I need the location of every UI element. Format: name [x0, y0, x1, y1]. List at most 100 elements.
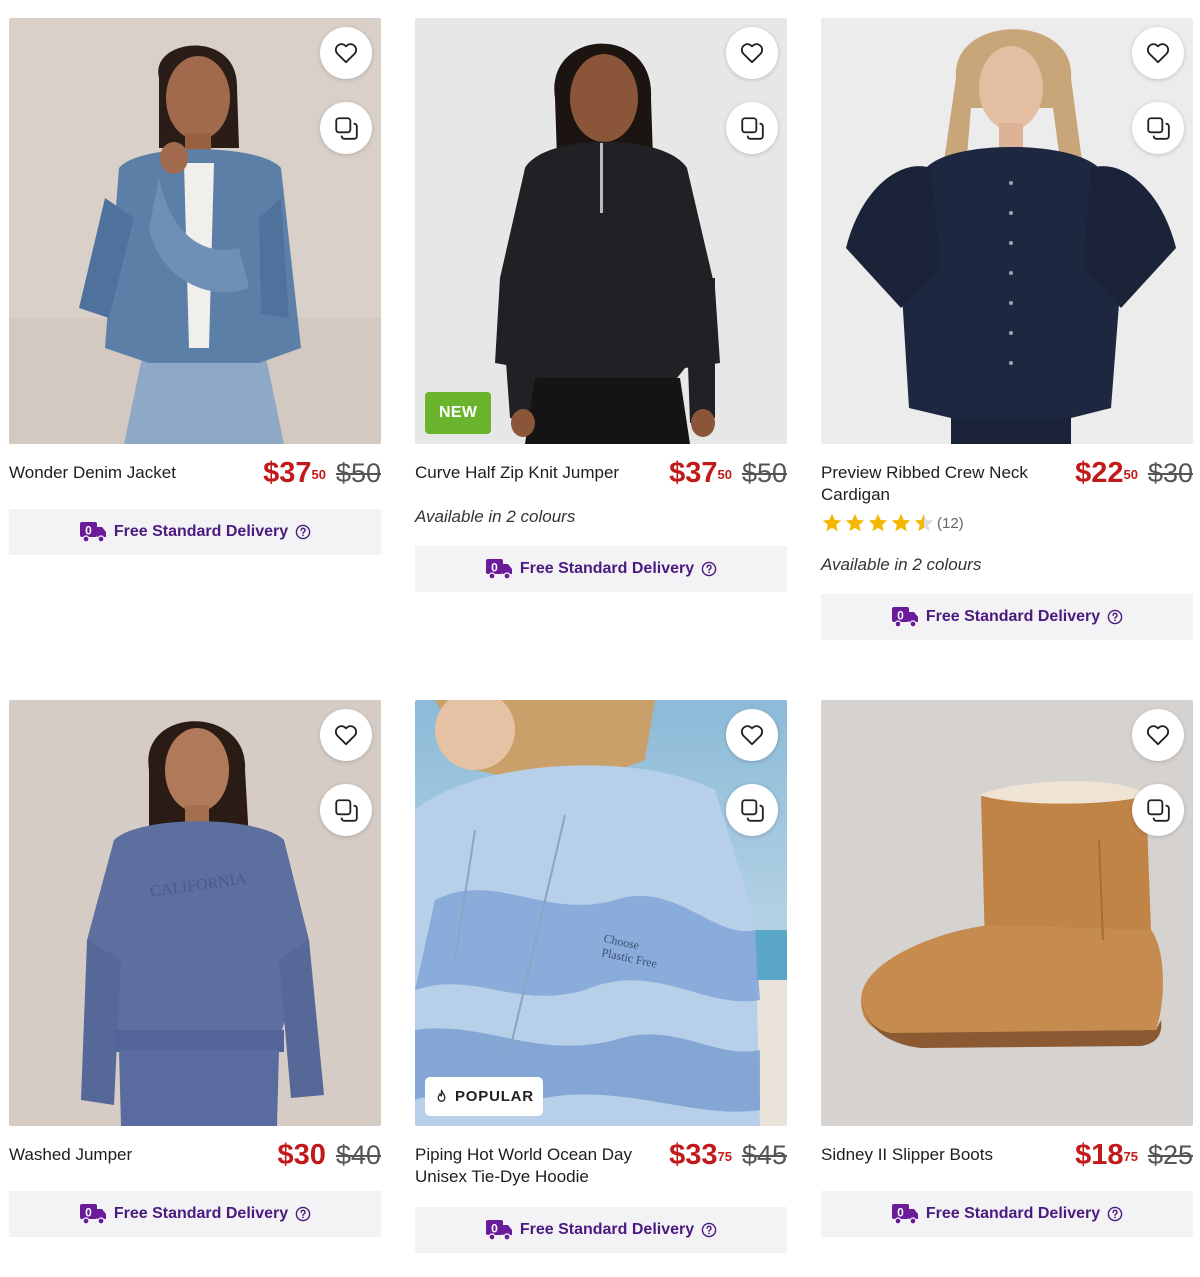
free-delivery-banner[interactable]: Free Standard Delivery — [821, 594, 1193, 640]
compare-button[interactable] — [726, 102, 778, 154]
delivery-label: Free Standard Delivery — [925, 608, 1101, 625]
compare-icon — [739, 797, 765, 823]
product-image[interactable] — [821, 18, 1193, 444]
compare-button[interactable] — [320, 784, 372, 836]
heart-icon — [333, 722, 359, 748]
star-icon — [822, 513, 842, 532]
sale-price-dollars: $30 — [277, 1139, 326, 1171]
flame-icon — [434, 1089, 449, 1104]
heart-icon — [333, 40, 359, 66]
compare-icon — [333, 797, 359, 823]
product-photo: Choose Plastic Free — [415, 700, 787, 1126]
delivery-truck-icon — [485, 1219, 513, 1241]
product-card[interactable]: Wonder Denim Jacket $3750 $50 Free Stand… — [9, 18, 381, 555]
product-title[interactable]: Washed Jumper — [9, 1144, 132, 1166]
popular-label: POPULAR — [455, 1088, 534, 1105]
product-image[interactable]: CALIFORNIA — [9, 700, 381, 1126]
help-icon[interactable] — [1107, 609, 1123, 625]
heart-icon — [739, 40, 765, 66]
wishlist-button[interactable] — [320, 27, 372, 79]
wishlist-button[interactable] — [726, 27, 778, 79]
product-card[interactable]: Preview Ribbed Crew Neck Cardigan $2250 … — [821, 18, 1193, 640]
wishlist-button[interactable] — [1132, 27, 1184, 79]
sale-price: $1875 — [1075, 1138, 1138, 1172]
product-image[interactable]: NEW — [415, 18, 787, 444]
free-delivery-banner[interactable]: Free Standard Delivery — [821, 1191, 1193, 1237]
product-image[interactable] — [821, 700, 1193, 1126]
compare-icon — [1145, 797, 1171, 823]
product-photo: CALIFORNIA — [9, 700, 381, 1126]
compare-button[interactable] — [320, 102, 372, 154]
delivery-truck-icon — [891, 606, 919, 628]
sale-price-cents: 50 — [717, 467, 732, 482]
price-block: $3750 $50 — [669, 456, 787, 490]
product-title[interactable]: Preview Ribbed Crew Neck Cardigan — [821, 462, 1056, 506]
price-block: $30 $40 — [278, 1138, 381, 1172]
sale-price: $30 — [278, 1138, 326, 1172]
compare-button[interactable] — [1132, 102, 1184, 154]
sale-price-dollars: $37 — [263, 457, 312, 489]
compare-icon — [1145, 115, 1171, 141]
heart-icon — [1145, 722, 1171, 748]
sale-price: $3750 — [263, 456, 326, 490]
wishlist-button[interactable] — [726, 709, 778, 761]
help-icon[interactable] — [701, 1222, 717, 1238]
was-price: $40 — [335, 1140, 381, 1170]
product-photo — [821, 700, 1193, 1126]
product-title[interactable]: Piping Hot World Ocean Day Unisex Tie-Dy… — [415, 1144, 650, 1188]
price-block: $2250 $30 — [1075, 456, 1193, 490]
free-delivery-banner[interactable]: Free Standard Delivery — [415, 1207, 787, 1253]
colour-availability[interactable]: Available in 2 colours — [415, 507, 787, 527]
heart-icon — [739, 722, 765, 748]
star-rating[interactable]: (12) — [821, 512, 1193, 534]
price-block: $3750 $50 — [263, 456, 381, 490]
product-card[interactable]: CALIFORNIA Washed Jumper $30 $40 Free St… — [9, 700, 381, 1237]
help-icon[interactable] — [701, 561, 717, 577]
sale-price-cents: 50 — [1123, 467, 1138, 482]
heart-icon — [1145, 40, 1171, 66]
sale-price-cents: 75 — [717, 1149, 732, 1164]
product-photo — [415, 18, 787, 444]
sale-price-dollars: $37 — [669, 457, 718, 489]
sale-price-dollars: $33 — [669, 1139, 718, 1171]
product-card[interactable]: Choose Plastic Free POPULAR Piping Hot W… — [415, 700, 787, 1253]
popular-badge: POPULAR — [425, 1077, 543, 1116]
review-count: (12) — [937, 514, 964, 532]
sale-price: $3375 — [669, 1138, 732, 1172]
was-price: $30 — [1147, 458, 1193, 488]
compare-button[interactable] — [1132, 784, 1184, 836]
sale-price: $2250 — [1075, 456, 1138, 490]
delivery-truck-icon — [891, 1203, 919, 1225]
delivery-label: Free Standard Delivery — [113, 1205, 289, 1222]
product-photo — [9, 18, 381, 444]
star-icon — [868, 513, 888, 532]
help-icon[interactable] — [1107, 1206, 1123, 1222]
colour-availability[interactable]: Available in 2 colours — [821, 555, 1193, 575]
product-title[interactable]: Sidney II Slipper Boots — [821, 1144, 993, 1166]
compare-button[interactable] — [726, 784, 778, 836]
product-image[interactable] — [9, 18, 381, 444]
product-card[interactable]: Sidney II Slipper Boots $1875 $25 Free S… — [821, 700, 1193, 1237]
was-price: $25 — [1147, 1140, 1193, 1170]
sale-price-cents: 50 — [311, 467, 326, 482]
wishlist-button[interactable] — [320, 709, 372, 761]
new-badge: NEW — [425, 392, 492, 434]
help-icon[interactable] — [295, 524, 311, 540]
compare-icon — [739, 115, 765, 141]
product-image[interactable]: Choose Plastic Free POPULAR — [415, 700, 787, 1126]
delivery-truck-icon — [79, 1203, 107, 1225]
free-delivery-banner[interactable]: Free Standard Delivery — [415, 546, 787, 592]
product-card[interactable]: NEW Curve Half Zip Knit Jumper $3750 $50… — [415, 18, 787, 592]
star-icon — [914, 513, 934, 532]
sale-price: $3750 — [669, 456, 732, 490]
price-block: $1875 $25 — [1075, 1138, 1193, 1172]
free-delivery-banner[interactable]: Free Standard Delivery — [9, 509, 381, 555]
free-delivery-banner[interactable]: Free Standard Delivery — [9, 1191, 381, 1237]
help-icon[interactable] — [295, 1206, 311, 1222]
wishlist-button[interactable] — [1132, 709, 1184, 761]
product-title[interactable]: Curve Half Zip Knit Jumper — [415, 462, 619, 484]
delivery-label: Free Standard Delivery — [519, 560, 695, 577]
product-title[interactable]: Wonder Denim Jacket — [9, 462, 176, 484]
delivery-truck-icon — [79, 521, 107, 543]
sale-price-dollars: $22 — [1075, 457, 1124, 489]
